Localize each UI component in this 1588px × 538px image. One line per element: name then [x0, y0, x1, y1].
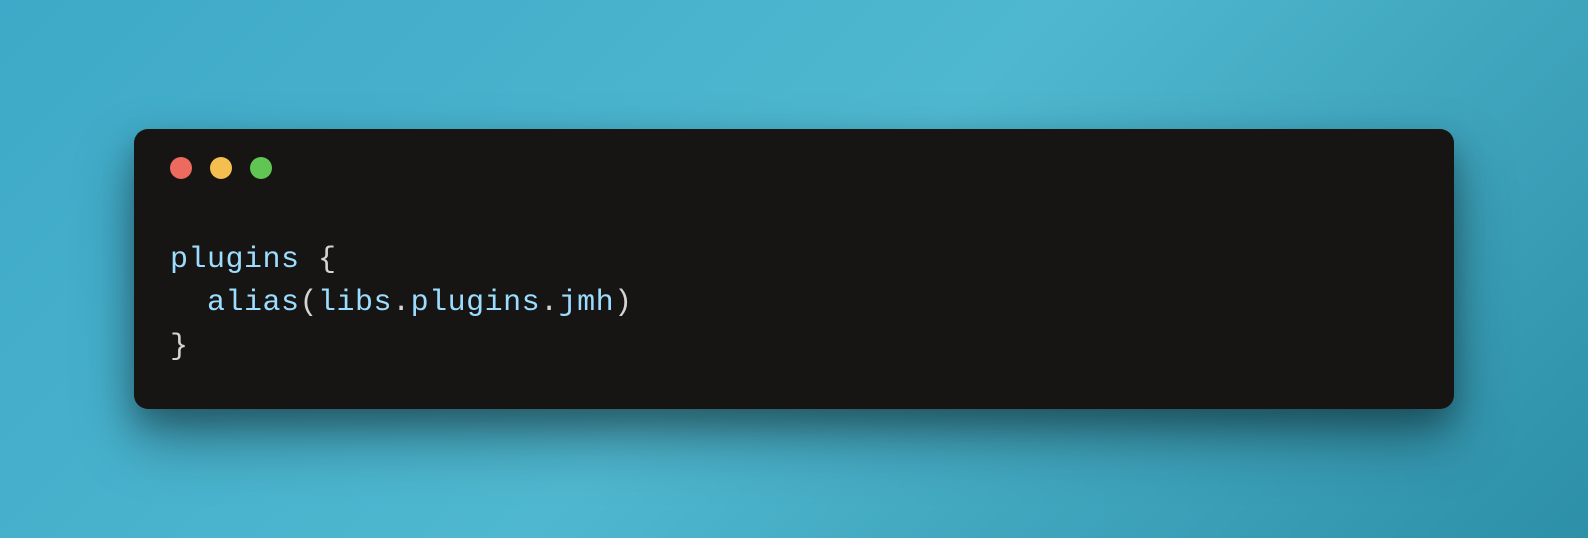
- code-dot: .: [540, 286, 559, 320]
- maximize-icon[interactable]: [250, 157, 272, 179]
- code-indent: [170, 286, 207, 320]
- window-controls: [170, 157, 1418, 179]
- minimize-icon[interactable]: [210, 157, 232, 179]
- code-property: libs: [318, 286, 392, 320]
- code-property: jmh: [559, 286, 615, 320]
- code-brace-close: }: [170, 330, 189, 364]
- code-property: plugins: [411, 286, 541, 320]
- code-function: alias: [207, 286, 300, 320]
- code-window: plugins { alias(libs.plugins.jmh) }: [134, 129, 1454, 410]
- code-dot: .: [392, 286, 411, 320]
- code-paren-close: ): [614, 286, 633, 320]
- code-keyword: plugins: [170, 243, 300, 277]
- code-block: plugins { alias(libs.plugins.jmh) }: [170, 239, 1418, 370]
- code-brace-open: {: [300, 243, 337, 277]
- close-icon[interactable]: [170, 157, 192, 179]
- code-paren-open: (: [300, 286, 319, 320]
